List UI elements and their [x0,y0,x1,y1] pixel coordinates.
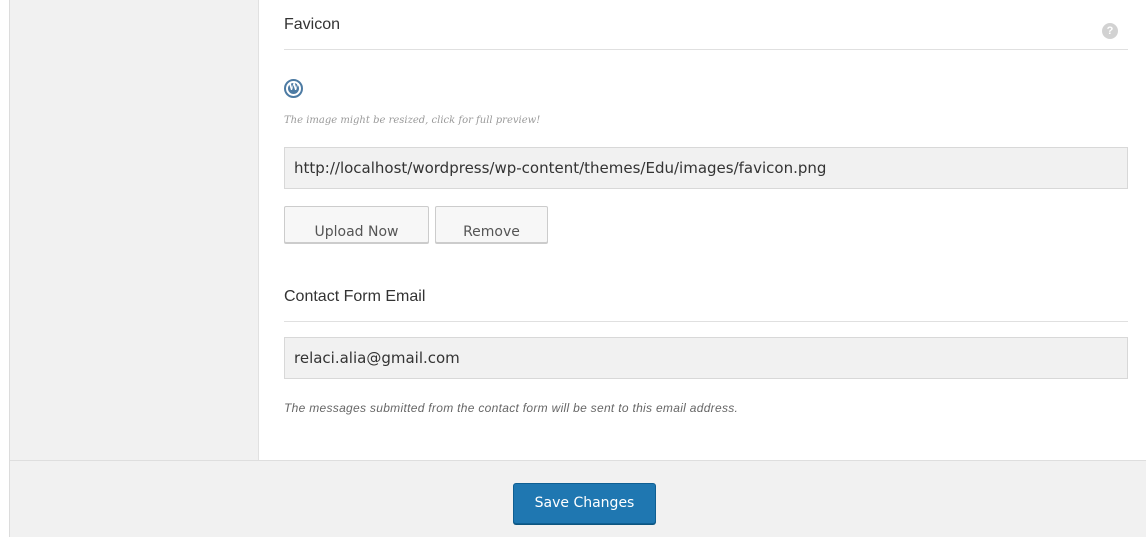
wordpress-logo-icon[interactable]: W [284,79,303,98]
contact-divider [284,321,1128,322]
contact-email-field[interactable]: relaci.alia@gmail.com [284,337,1128,379]
favicon-url-field[interactable]: http://localhost/wordpress/wp-content/th… [284,147,1128,189]
footer-bar: Save Changes [10,460,1146,537]
settings-frame: Favicon ? W The image might be resized, … [9,0,1146,537]
upload-now-button[interactable]: Upload Now [284,206,429,243]
remove-button[interactable]: Remove [435,206,548,243]
favicon-section-title: Favicon [284,16,341,33]
sidebar [10,0,259,460]
wordpress-logo-glyph: W [288,83,299,94]
contact-email-description: The messages submitted from the contact … [284,401,739,415]
contact-email-section-title: Contact Form Email [284,288,426,305]
help-icon[interactable]: ? [1102,23,1118,39]
favicon-divider [284,49,1128,50]
save-changes-button[interactable]: Save Changes [513,483,656,524]
favicon-preview-hint: The image might be resized, click for fu… [284,115,541,126]
settings-content: Favicon ? W The image might be resized, … [260,0,1146,460]
